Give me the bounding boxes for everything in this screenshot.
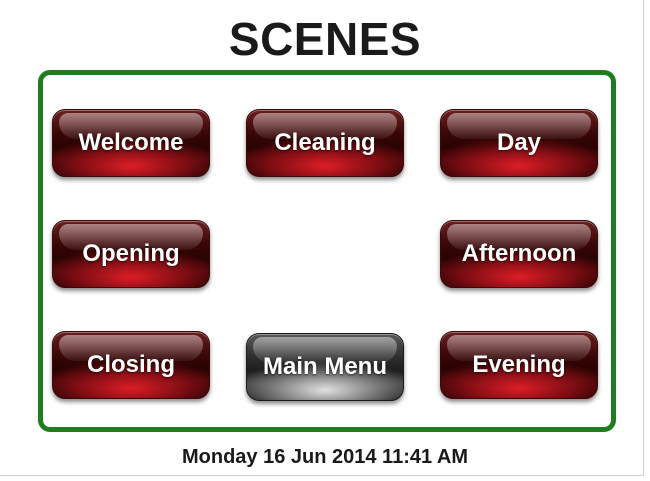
scene-cleaning-label: Cleaning — [274, 129, 376, 156]
scene-evening-label: Evening — [472, 351, 566, 378]
scene-cleaning-button[interactable]: Cleaning — [246, 109, 404, 177]
scene-opening-label: Opening — [82, 240, 180, 267]
scene-afternoon-button[interactable]: Afternoon — [440, 220, 598, 288]
scene-welcome-label: Welcome — [78, 129, 184, 156]
main-menu-button[interactable]: Main Menu — [246, 333, 404, 401]
page-title: SCENES — [228, 13, 422, 65]
datetime-status: Monday 16 Jun 2014 11:41 AM — [181, 446, 469, 468]
scene-closing-button[interactable]: Closing — [52, 331, 210, 399]
scene-closing-label: Closing — [87, 351, 175, 378]
scene-afternoon-label: Afternoon — [461, 240, 577, 267]
scene-welcome-button[interactable]: Welcome — [52, 109, 210, 177]
scene-evening-button[interactable]: Evening — [440, 331, 598, 399]
scene-opening-button[interactable]: Opening — [52, 220, 210, 288]
scene-day-label: Day — [496, 129, 542, 156]
scene-day-button[interactable]: Day — [440, 109, 598, 177]
main-menu-label: Main Menu — [263, 353, 387, 380]
